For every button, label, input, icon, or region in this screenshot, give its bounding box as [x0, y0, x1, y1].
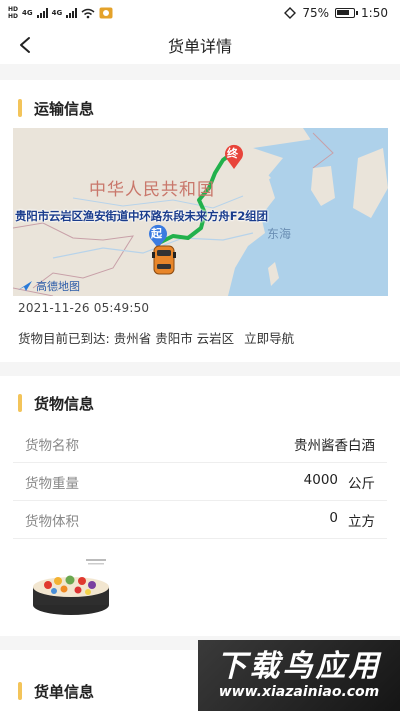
navigate-button[interactable]: 立即导航: [244, 328, 294, 347]
signal-icon: [36, 8, 48, 18]
goods-name-value: 贵州酱香白酒: [294, 434, 375, 454]
section-accent-bar: [18, 99, 22, 117]
clock: 1:50: [361, 6, 388, 20]
goods-photo[interactable]: [28, 553, 114, 623]
back-button[interactable]: [10, 30, 40, 60]
goods-section-title: 货物信息: [34, 394, 95, 413]
watermark-url: www.xiazainiao.com: [218, 684, 380, 700]
goods-name-label: 货物名称: [25, 437, 79, 454]
chevron-left-icon: [20, 37, 30, 53]
update-timestamp: 2021-11-26 05:49:50: [18, 301, 150, 315]
arrival-status: 货物目前已到达: 贵州省 贵阳市 云岩区 立即导航: [18, 328, 294, 347]
battery-icon: [335, 8, 359, 18]
transport-section-title: 运输信息: [34, 99, 95, 118]
transport-section-header: 运输信息: [0, 93, 400, 123]
signal-icon-2: [66, 8, 78, 18]
goods-row-weight: 货物重量 4000 公斤: [13, 463, 387, 501]
goods-row-volume: 货物体积 0 立方: [13, 501, 387, 539]
status-bar-right: 75% 1:50: [284, 6, 388, 20]
watermark-brand: 下载鸟应用: [216, 649, 382, 684]
network-type-1: 4G: [22, 9, 33, 17]
nav-bar: 货单详情: [0, 26, 400, 64]
goods-volume-number: 0: [329, 509, 338, 526]
goods-volume-label: 货物体积: [25, 513, 79, 530]
hd-top-label: HD: [8, 6, 19, 13]
status-bar: HD HD 4G 4G 75% 1:50: [0, 0, 400, 26]
end-marker-label: 终: [227, 147, 238, 160]
goods-info-list: 货物名称 贵州酱香白酒 货物重量 4000 公斤 货物体积 0 立方: [0, 425, 400, 539]
status-bar-left: HD HD 4G 4G: [8, 6, 113, 20]
goods-section-header: 货物信息: [0, 388, 400, 418]
goods-row-name: 货物名称 贵州酱香白酒: [13, 425, 387, 463]
goods-name-text: 贵州酱香白酒: [294, 437, 375, 454]
map-provider-name: 高德地图: [36, 280, 80, 293]
amap-logo-icon: [18, 281, 32, 291]
section-accent-bar: [18, 682, 22, 700]
truck-icon: [152, 245, 176, 275]
page-title: 货单详情: [167, 37, 232, 56]
map-address-label: 贵阳市云岩区渔安街道中环路东段未来方舟F2组团: [15, 209, 268, 223]
hd-bottom-label: HD: [8, 13, 19, 20]
goods-weight-label: 货物重量: [25, 475, 79, 492]
goods-weight-number: 4000: [303, 471, 338, 488]
arrival-location: 贵州省 贵阳市 云岩区: [113, 331, 235, 346]
wifi-icon: [81, 8, 95, 18]
goods-weight-value: 4000 公斤: [304, 472, 375, 492]
map-provider-logo: 高德地图: [17, 278, 80, 294]
network-type-2: 4G: [51, 9, 63, 17]
start-marker-label: 起: [151, 227, 162, 240]
hd-indicator: HD HD: [8, 6, 18, 20]
map-country-label: 中华人民共和国: [89, 180, 215, 200]
goods-volume-value: 0 立方: [329, 510, 375, 530]
location-icon: [284, 7, 297, 19]
section-accent-bar: [18, 394, 22, 412]
route-map[interactable]: 中华人民共和国 东海 贵阳市云岩区渔安街道中环路东段未来方舟F2组团 终 起 高…: [13, 128, 388, 296]
goods-volume-unit: 立方: [348, 513, 375, 530]
arrival-prefix: 货物目前已到达:: [18, 331, 110, 346]
watermark-logo: 下载鸟应用 www.xiazainiao.com: [198, 640, 400, 711]
battery-percent: 75%: [302, 6, 330, 20]
notification-app-icon: [99, 7, 113, 19]
waybill-section-title: 货单信息: [34, 682, 95, 701]
map-sea-label: 东海: [267, 227, 292, 241]
goods-weight-unit: 公斤: [348, 475, 375, 492]
